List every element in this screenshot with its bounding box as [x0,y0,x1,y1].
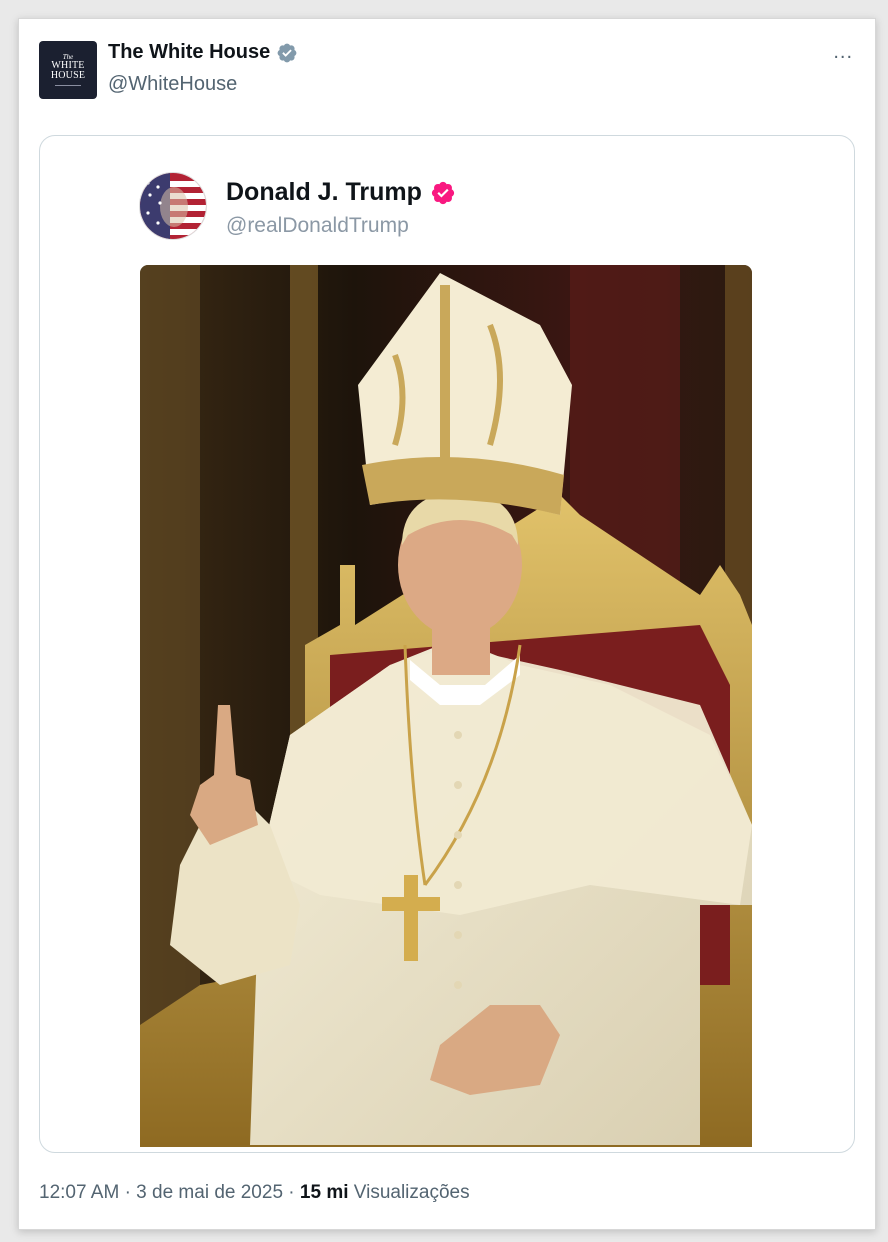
author-handle[interactable]: @WhiteHouse [108,73,237,96]
views-count: 15 mi [299,1182,349,1203]
author-name-row: The White House [108,41,298,64]
post-image[interactable] [140,265,752,1147]
verified-badge-icon [431,181,454,204]
embedded-post[interactable]: Donald J. Trump @realDonaldTrump [39,135,855,1153]
embedded-author-handle[interactable]: @realDonaldTrump [226,214,409,238]
papal-portrait-image [140,265,752,1147]
more-options-icon[interactable]: ... [833,41,853,64]
separator: · [124,1182,131,1203]
avatar-text: HOUSE [50,70,86,81]
tweet-card: The WHITE HOUSE The White House @WhiteHo… [18,18,876,1230]
flag-portrait-icon [140,173,206,239]
post-date[interactable]: 3 de mai de 2025 [136,1182,283,1203]
post-metadata: 12:07 AM · 3 de mai de 2025 · 15 mi Visu… [39,1182,470,1204]
author-name[interactable]: The White House [108,41,270,64]
white-house-avatar[interactable]: The WHITE HOUSE [39,41,97,99]
post-time[interactable]: 12:07 AM [39,1182,119,1203]
trump-avatar[interactable] [139,172,207,240]
avatar-divider [55,85,81,86]
embedded-author-name[interactable]: Donald J. Trump [226,178,422,207]
separator: · [288,1182,295,1203]
views-label: Visualizações [353,1182,470,1203]
embedded-name-row: Donald J. Trump [226,178,456,207]
verified-badge-icon [277,43,297,62]
